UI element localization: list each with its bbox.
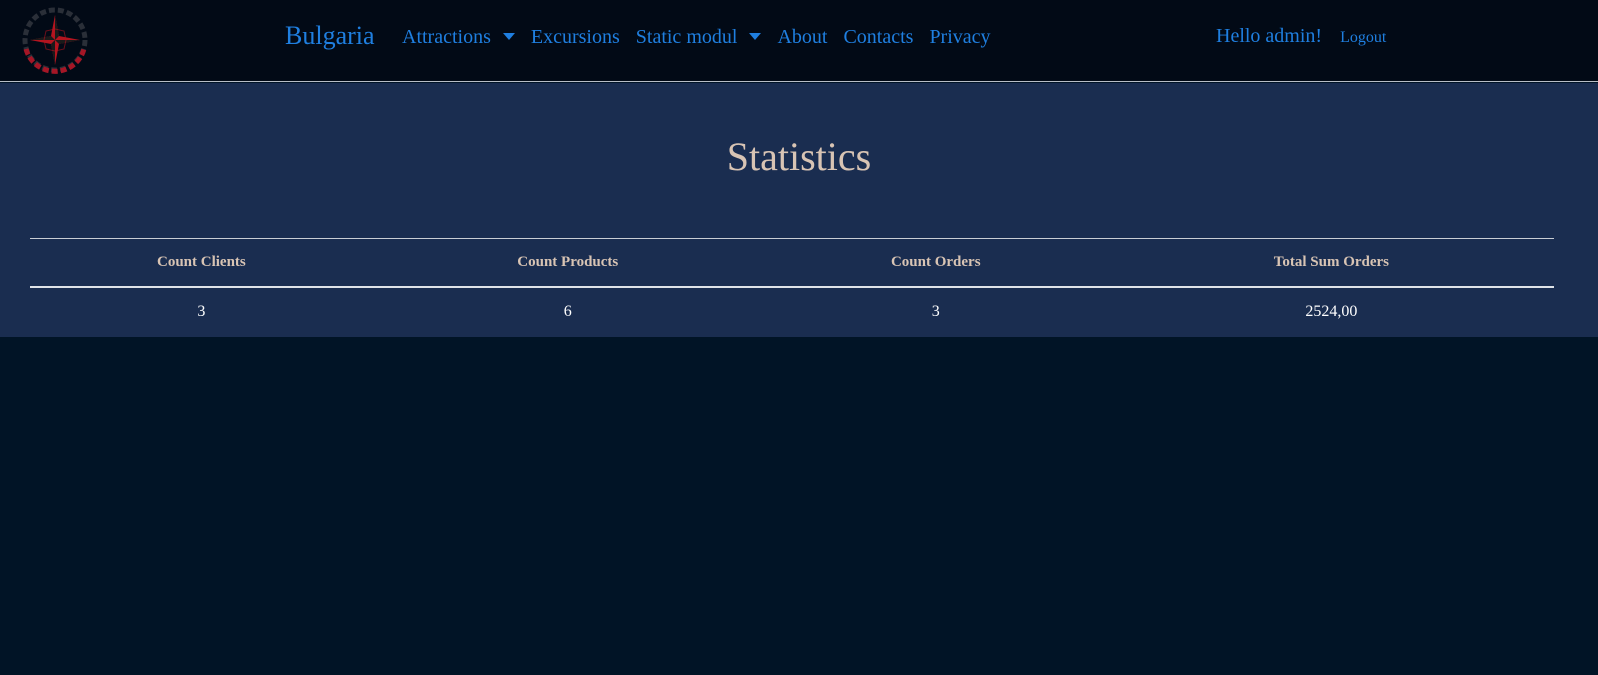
cell-count-orders: 3 <box>931 303 940 320</box>
nav-privacy-label: Privacy <box>929 25 991 48</box>
nav-excursions-label: Excursions <box>530 25 620 48</box>
top-navbar: Bulgaria Attractions Excursions Static m… <box>0 0 1598 82</box>
page-title: Statistics <box>726 134 872 179</box>
statistics-table: Count Clients Count Products Count Order… <box>30 238 1554 336</box>
table-row: 3 6 3 2524,00 <box>30 287 1554 336</box>
nav-excursions-link[interactable]: Excursions <box>531 26 620 49</box>
caret-down-icon <box>749 32 762 40</box>
column-header-count-orders: Count Orders <box>762 238 1109 288</box>
column-header-count-products: Count Products <box>372 238 763 288</box>
nav-about-label: About <box>777 25 828 48</box>
compass-logo-icon <box>22 7 88 74</box>
nav-attractions-label: Attractions <box>402 25 491 48</box>
nav-static-modul-dropdown[interactable]: Static modul <box>636 26 762 49</box>
table-header-row: Count Clients Count Products Count Order… <box>30 238 1554 288</box>
cell-count-clients: 3 <box>197 303 206 320</box>
user-greeting-link[interactable]: Hello admin! <box>1216 25 1322 48</box>
cell-count-products: 6 <box>563 303 572 320</box>
main-nav: Attractions Excursions Static modul Abou… <box>402 25 1007 49</box>
nav-contacts-link[interactable]: Contacts <box>843 26 913 49</box>
user-area: Hello admin! Logout <box>1216 25 1386 48</box>
nav-attractions-dropdown[interactable]: Attractions <box>402 26 515 49</box>
cell-total-sum-orders: 2524,00 <box>1305 303 1358 320</box>
brand-link[interactable]: Bulgaria <box>285 21 375 51</box>
nav-about-link[interactable]: About <box>777 26 827 49</box>
column-header-total-sum-orders: Total Sum Orders <box>1108 238 1554 288</box>
site-logo[interactable] <box>20 5 90 75</box>
logout-button[interactable]: Logout <box>1340 29 1386 47</box>
column-header-count-clients: Count Clients <box>30 238 373 288</box>
caret-down-icon <box>502 32 515 40</box>
nav-contacts-label: Contacts <box>843 25 914 48</box>
nav-static-modul-label: Static modul <box>635 25 738 48</box>
nav-privacy-link[interactable]: Privacy <box>929 26 990 49</box>
statistics-panel: Statistics Count Clients Count Products … <box>0 83 1598 337</box>
